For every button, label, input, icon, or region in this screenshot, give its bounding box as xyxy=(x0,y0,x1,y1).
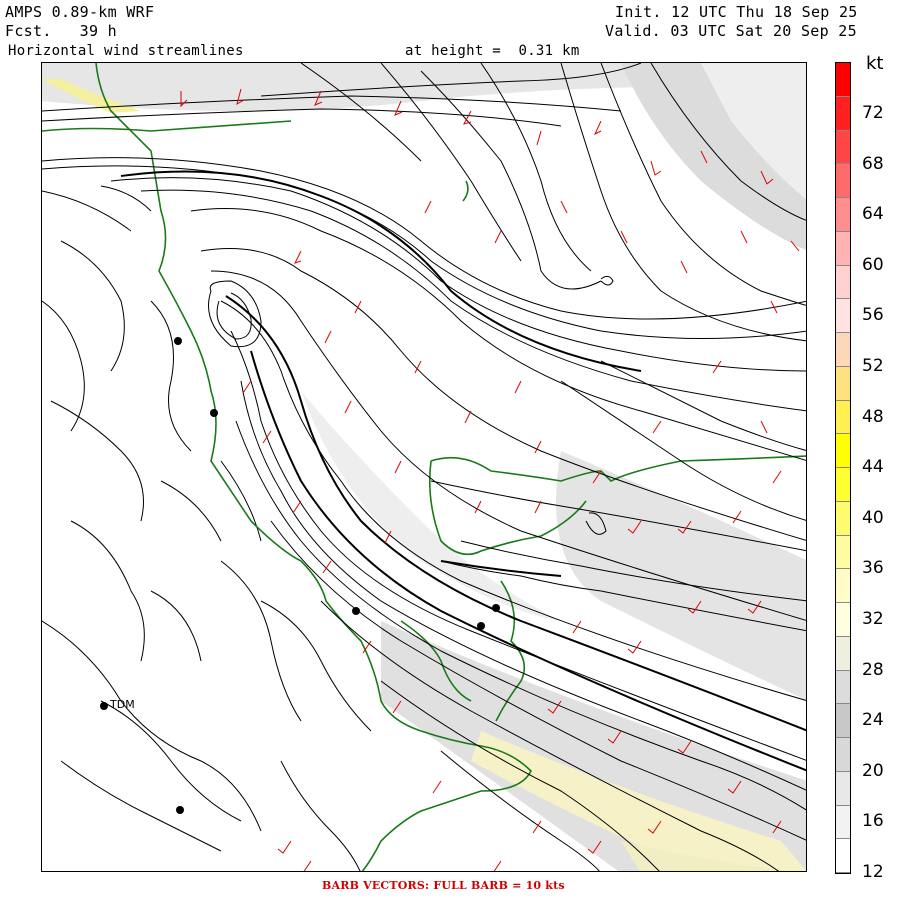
colorbar-segment xyxy=(836,434,850,468)
field-title: Horizontal wind streamlines xyxy=(8,43,244,59)
colorbar-segment xyxy=(836,130,850,165)
colorbar-segment xyxy=(836,96,850,131)
colorbar-segment xyxy=(836,400,850,435)
colorbar-tick-label: 60 xyxy=(862,254,884,275)
colorbar-segment xyxy=(836,738,850,772)
colorbar-segment xyxy=(836,636,850,671)
colorbar-segment xyxy=(836,333,850,367)
colorbar-segment xyxy=(836,501,850,536)
colorbar-tick-label: 56 xyxy=(862,305,884,326)
scale-unit: kt xyxy=(866,53,884,74)
colorbar-tick-label: 24 xyxy=(862,710,884,731)
colorbar-tick-label: 72 xyxy=(862,103,884,123)
valid-time: Valid. 03 UTC Sat 20 Sep 25 xyxy=(605,22,857,40)
map-svg xyxy=(42,63,806,871)
barb-legend: BARB VECTORS: FULL BARB = 10 kts xyxy=(322,879,565,892)
colorbar-tick-label: 36 xyxy=(862,558,884,579)
colorbar-segment xyxy=(836,231,850,266)
colorbar-segment xyxy=(836,603,850,637)
colorbar-segment xyxy=(836,63,850,97)
colorbar-tick-label: 32 xyxy=(862,609,884,629)
colorbar-tick-label: 64 xyxy=(862,204,884,225)
colorbar-tick-label: 20 xyxy=(862,760,884,781)
colorbar-segment xyxy=(836,265,850,300)
colorbar-tick-label: 52 xyxy=(862,356,884,376)
colorbar-segment xyxy=(836,670,850,705)
colorbar-segment xyxy=(836,704,850,738)
colorbar-segment xyxy=(836,468,850,502)
colorbar-segment xyxy=(836,839,850,873)
colorbar-segment xyxy=(836,569,850,603)
station-label-tdm: TDM xyxy=(110,698,135,711)
colorbar-segment xyxy=(836,805,850,840)
colorbar-tick-label: 16 xyxy=(862,811,884,832)
colorbar-segment xyxy=(836,198,850,232)
height-label: at height = 0.31 km xyxy=(405,43,580,59)
colorbar-tick-label: 28 xyxy=(862,659,884,680)
colorbar-segment xyxy=(836,164,850,198)
colorbar-tick-label: 40 xyxy=(862,507,884,528)
speed-colorbar xyxy=(835,62,851,874)
terrain-contours xyxy=(42,240,372,871)
colorbar-segment xyxy=(836,535,850,570)
forecast-hour: Fcst. 39 h xyxy=(5,22,117,40)
colorbar-tick-label: 48 xyxy=(862,406,884,427)
colorbar-segment xyxy=(836,366,850,401)
colorbar-tick-label: 68 xyxy=(862,153,884,174)
colorbar-segment xyxy=(836,771,850,806)
colorbar-tick-label: 12 xyxy=(862,862,884,882)
model-title: AMPS 0.89-km WRF xyxy=(5,3,155,21)
colorbar-tick-label: 44 xyxy=(862,457,884,478)
colorbar-segment xyxy=(836,299,850,333)
streamline-map[interactable] xyxy=(41,62,807,872)
init-time: Init. 12 UTC Thu 18 Sep 25 xyxy=(615,3,858,21)
